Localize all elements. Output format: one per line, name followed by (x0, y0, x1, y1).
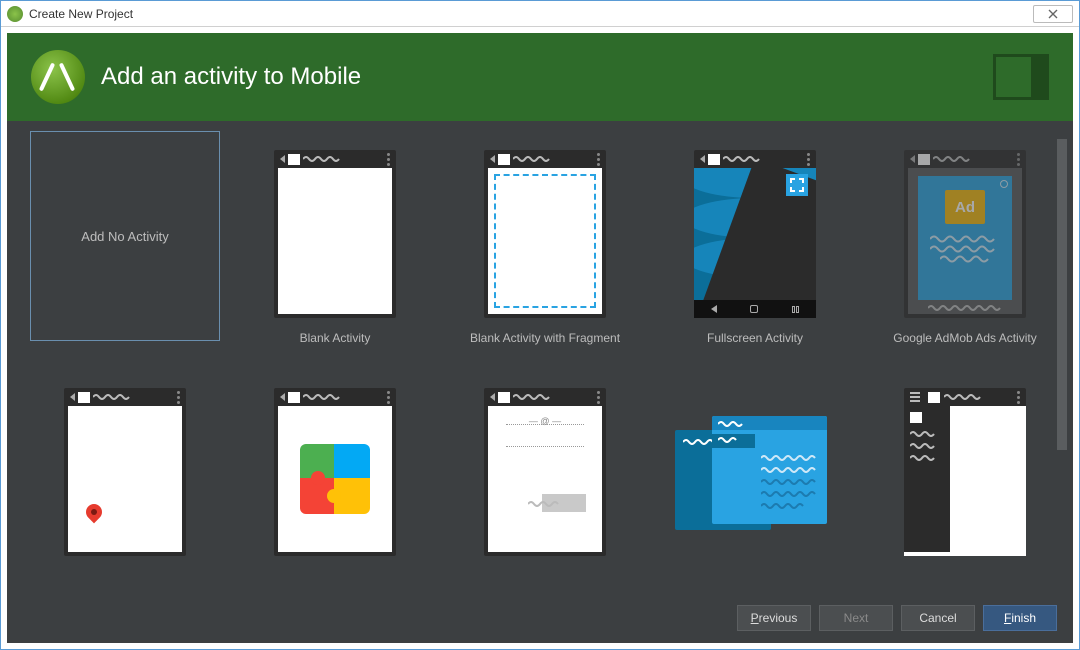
mobile-device-icon (993, 54, 1049, 100)
template-label: Add No Activity (81, 229, 168, 244)
scrollbar-thumb[interactable] (1057, 139, 1067, 450)
template-caption: Blank Activity with Fragment (470, 331, 620, 351)
gallery-scrollbar[interactable] (1057, 139, 1067, 583)
template-blank-activity[interactable]: Blank Activity (235, 139, 435, 363)
overflow-menu-icon (597, 391, 600, 404)
window-title: Create New Project (29, 7, 133, 21)
template-admob-activity[interactable]: Ad Google AdMob Ads Activity (865, 139, 1065, 363)
template-caption: Blank Activity (300, 331, 371, 351)
template-blank-activity-fragment[interactable]: Blank Activity with Fragment (445, 139, 645, 363)
android-studio-logo-icon (31, 50, 85, 104)
expand-icon (786, 174, 808, 196)
master-detail-thumbnail (675, 412, 835, 532)
finish-button[interactable]: Finish (983, 605, 1057, 631)
hamburger-icon (910, 392, 920, 402)
play-services-puzzle-icon (300, 444, 370, 514)
next-button[interactable]: Next (819, 605, 893, 631)
overflow-menu-icon (177, 391, 180, 404)
fullscreen-activity-thumbnail (694, 150, 816, 318)
template-maps-activity[interactable] (25, 377, 225, 589)
template-master-detail[interactable] (655, 377, 855, 589)
previous-button[interactable]: Previous (737, 605, 811, 631)
template-play-services-activity[interactable] (235, 377, 435, 589)
template-login-activity[interactable]: — @ — (445, 377, 645, 589)
map-pin-icon (86, 504, 102, 520)
banner: Add an activity to Mobile (7, 33, 1073, 121)
close-button[interactable] (1033, 5, 1073, 23)
close-icon (1047, 9, 1059, 19)
maps-activity-thumbnail (64, 388, 186, 556)
blank-activity-fragment-thumbnail (484, 150, 606, 318)
overflow-menu-icon (1017, 153, 1020, 166)
overflow-menu-icon (387, 153, 390, 166)
android-studio-icon (7, 6, 23, 22)
overflow-menu-icon (387, 391, 390, 404)
wizard-body: Add an activity to Mobile Add No Activit… (7, 33, 1073, 643)
play-services-thumbnail (274, 388, 396, 556)
template-fullscreen-activity[interactable]: Fullscreen Activity (655, 139, 855, 363)
android-nav-bar-icon (694, 300, 816, 318)
banner-title: Add an activity to Mobile (101, 63, 361, 91)
template-gallery: Add No Activity (7, 121, 1073, 593)
template-navigation-drawer[interactable] (865, 377, 1065, 589)
admob-activity-thumbnail: Ad (904, 150, 1026, 318)
navigation-drawer-thumbnail (904, 388, 1026, 556)
template-add-no-activity[interactable]: Add No Activity (25, 139, 225, 363)
wizard-footer: Previous Next Cancel Finish (7, 593, 1073, 643)
ad-close-icon (1000, 180, 1008, 188)
template-caption: Fullscreen Activity (707, 331, 803, 351)
login-activity-thumbnail: — @ — (484, 388, 606, 556)
overflow-menu-icon (597, 153, 600, 166)
blank-activity-thumbnail (274, 150, 396, 318)
template-caption: Google AdMob Ads Activity (893, 331, 1036, 351)
ad-badge: Ad (945, 190, 985, 224)
dialog-window: Create New Project Add an activity to Mo… (0, 0, 1080, 650)
titlebar: Create New Project (1, 1, 1079, 27)
overflow-menu-icon (1017, 391, 1020, 404)
cancel-button[interactable]: Cancel (901, 605, 975, 631)
overflow-menu-icon (807, 153, 810, 166)
add-no-activity-thumbnail: Add No Activity (30, 131, 220, 341)
